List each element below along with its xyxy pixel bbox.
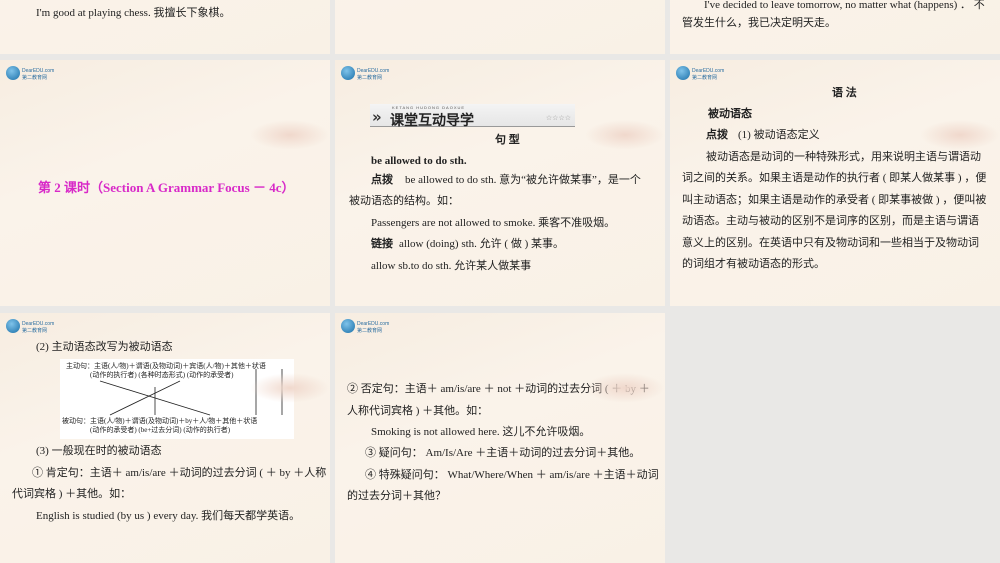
slide-text: 点拨 [706,129,728,141]
slide-text: Passengers are not allowed to smoke. 乘客不… [371,217,616,229]
slide-text: 叫主动语态；如果主语是动作的承受者 ( 即某事被做 ) ，便叫被 [682,194,987,206]
slide-text: allow sb.to do sth. 允许某人做某事 [371,260,532,272]
dearedu-logo: DearEDU.com 第二教育网 [676,66,724,81]
slide-text: English is studied (by us ) every day. 我… [36,510,301,522]
slide-text: ② 否定句：主语＋ am/is/are ＋ not ＋动词的过去分词 ( ＋ b… [347,383,650,395]
slide-text: ④ 特殊疑问句： What/Where/When ＋ am/is/are ＋主语… [365,469,659,481]
slide-text: 被动语态是动词的一种特殊形式，用来说明主语与谓语动 [706,151,981,163]
slide-thumbnail-7[interactable]: DearEDU.com 第二教育网 (2) 主动语态改写为被动语态 主动句：主语… [0,313,330,563]
slide-text: 的词组才有被动语态的形式。 [682,258,825,270]
slide-heading: 句 型 [495,134,520,146]
slide-text: 代词宾格 ) ＋其他。如： [12,488,132,500]
stars-icon: ☆☆☆☆ [545,114,571,122]
slide-thumbnail-3[interactable]: I've decided to leave tomorrow, no matte… [670,0,1000,54]
slide-text: (1) 被动语态定义 [738,129,820,141]
slide-text: 点拨 [371,174,393,186]
slide-thumbnail-5[interactable]: DearEDU.com 第二教育网 » KETANG HUDONG DAOXUE… [335,60,665,306]
slide-text: ③ 疑问句： Am/Is/Are ＋主语＋动词的过去分词＋其他。 [365,447,641,459]
dearedu-logo: DearEDU.com 第二教育网 [6,319,54,334]
slide-text: ① 肯定句：主语＋ am/is/are ＋动词的过去分词 ( ＋ by ＋人称 [32,467,327,479]
slide-thumbnail-6[interactable]: DearEDU.com 第二教育网 语 法 被动语态 点拨 (1) 被动语态定义… [670,60,1000,306]
slide-thumbnail-2[interactable] [335,0,665,54]
slide-text: 被动语态 [708,108,752,120]
slide-text: 被动语态的结构。如： [349,195,459,207]
voice-conversion-diagram: 主动句：主语(人/物)＋谓语(及物动词)＋宾语(人/物)＋其他＋状语 (动作的执… [60,359,294,439]
slide-text: 人称代词宾格 ) ＋其他。如： [347,405,489,417]
slide-text: (2) 主动语态改写为被动语态 [36,341,173,353]
diagram-arrows [99,369,283,416]
slide-text: 链接 [371,238,393,250]
section-banner: » KETANG HUDONG DAOXUE 课堂互动导学 ☆☆☆☆ [370,104,575,129]
slide-thumbnail-4[interactable]: DearEDU.com 第二教育网 第 2 课时（Section A Gramm… [0,60,330,306]
dearedu-logo: DearEDU.com 第二教育网 [341,66,389,81]
slide-text: I've decided to leave tomorrow, no matte… [704,0,985,11]
slide-text: 词之间的关系。如果主语是动作的执行者 ( 即某人做某事 ) ，便 [682,172,987,184]
slide-text: 管发生什么，我已决定明天走。 [682,17,836,29]
slide-text: (3) 一般现在时的被动语态 [36,445,162,457]
dearedu-logo: DearEDU.com 第二教育网 [6,66,54,81]
slide-text: 意义上的区别。在英语中只有及物动词和一些相当于及物动词 [682,237,979,249]
slide-text: Smoking is not allowed here. 这儿不允许吸烟。 [371,426,591,438]
lesson-title: 第 2 课时（Section A Grammar Focus － 4c） [38,180,295,195]
slide-thumbnail-1[interactable]: I'm good at playing chess. 我擅长下象棋。 [0,0,330,54]
slide-text: allow (doing) sth. 允许 ( 做 ) 某事。 [399,238,564,250]
slide-text: be allowed to do sth. [371,155,467,167]
slide-text: I'm good at playing chess. 我擅长下象棋。 [36,7,231,19]
slide-text: 的过去分词＋其他？ [347,490,446,502]
slide-text: 动语态。主动与被动的区别不是词序的区别，而是主语与谓语 [682,215,979,227]
dearedu-logo: DearEDU.com 第二教育网 [341,319,389,334]
double-chevron-icon: » [372,108,382,126]
slide-heading: 语 法 [832,87,857,99]
slide-thumbnail-8[interactable]: DearEDU.com 第二教育网 ② 否定句：主语＋ am/is/are ＋ … [335,313,665,563]
slide-text: be allowed to do sth. 意为“被允许做某事”，是一个 [405,174,641,186]
